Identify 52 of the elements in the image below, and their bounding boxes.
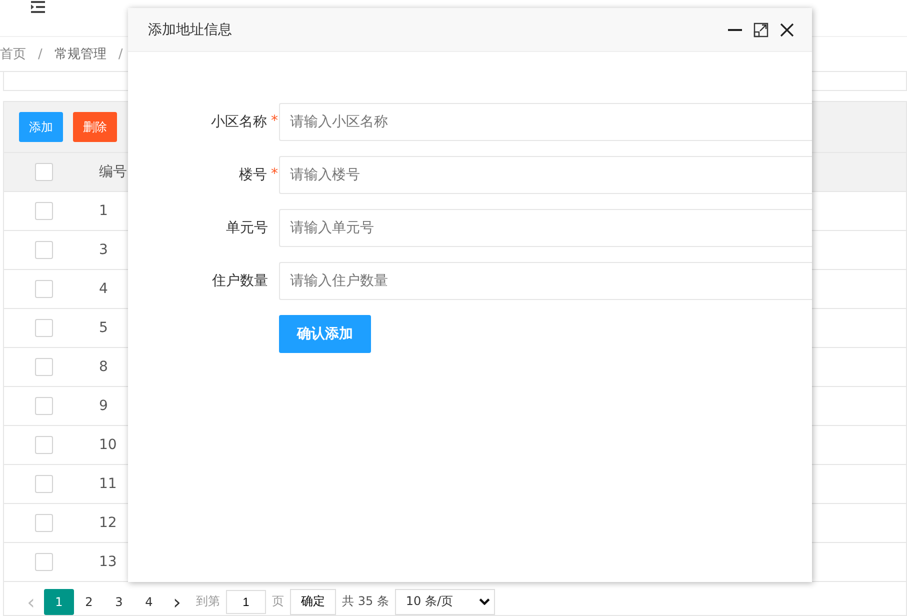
caret-icon <box>479 598 490 605</box>
table-cell: 4 <box>99 281 108 297</box>
breadcrumb-separator: / <box>118 46 123 62</box>
input-field[interactable]: 请输入楼号 <box>279 156 812 194</box>
table-cell: 13 <box>99 554 117 570</box>
checkbox[interactable] <box>35 163 53 181</box>
next-page-button[interactable]: › <box>164 590 190 614</box>
page-button[interactable]: 3 <box>104 588 134 614</box>
checkbox[interactable] <box>35 475 53 493</box>
total-count: 共 35 条 <box>342 593 389 610</box>
page-unit-label: 页 <box>272 593 284 610</box>
goto-label: 到第 <box>196 593 220 610</box>
page-size-select[interactable]: 10 条/页 <box>394 588 496 614</box>
table-cell: 11 <box>99 476 117 492</box>
checkbox[interactable] <box>35 241 53 259</box>
page-button[interactable]: 1 <box>44 588 74 614</box>
menu-icon[interactable] <box>31 1 45 13</box>
checkbox[interactable] <box>35 319 53 337</box>
page-button[interactable]: 4 <box>134 588 164 614</box>
close-icon[interactable] <box>779 22 795 38</box>
checkbox[interactable] <box>35 397 53 415</box>
field-label: 小区名称 <box>211 113 267 131</box>
input-field[interactable]: 请输入住户数量 <box>279 262 812 300</box>
field-label: 单元号 <box>226 219 268 237</box>
dialog-title: 添加地址信息 <box>148 20 232 38</box>
maximize-icon[interactable] <box>753 22 769 38</box>
table-cell: 3 <box>99 242 108 258</box>
table-cell: 1 <box>99 203 108 219</box>
page-button[interactable]: 2 <box>74 588 104 614</box>
table-cell: 12 <box>99 515 117 531</box>
breadcrumb-separator: / <box>38 46 42 62</box>
checkbox[interactable] <box>35 358 53 376</box>
breadcrumb-link[interactable]: 首页 <box>0 45 26 63</box>
confirm-button[interactable]: 确定 <box>290 588 336 614</box>
column-header: 编号 <box>99 163 127 181</box>
input-field[interactable]: 请输入小区名称 <box>279 103 812 141</box>
input-field[interactable]: 请输入单元号 <box>279 209 812 247</box>
checkbox[interactable] <box>35 436 53 454</box>
page-input[interactable]: 1 <box>226 590 266 614</box>
checkbox[interactable] <box>35 280 53 298</box>
table-cell: 9 <box>99 398 108 414</box>
table-cell: 5 <box>99 320 108 336</box>
required-mark: * <box>271 166 278 184</box>
checkbox[interactable] <box>35 202 53 220</box>
checkbox[interactable] <box>35 514 53 532</box>
field-label: 楼号 <box>239 166 267 184</box>
required-mark: * <box>271 113 278 131</box>
checkbox[interactable] <box>35 553 53 571</box>
breadcrumb-link[interactable]: 常规管理 <box>54 45 106 63</box>
field-label: 住户数量 <box>212 272 268 290</box>
table-cell: 8 <box>99 359 108 375</box>
table-cell: 10 <box>99 437 117 453</box>
